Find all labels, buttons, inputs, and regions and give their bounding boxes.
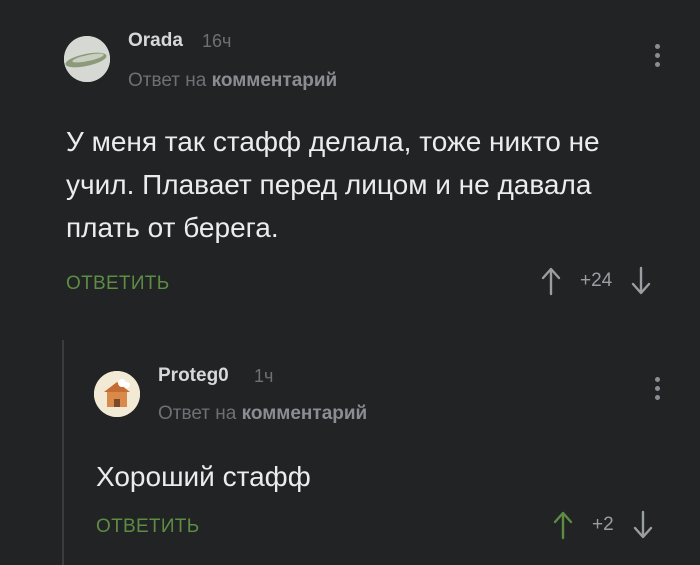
timestamp: 16ч: [202, 31, 232, 51]
more-menu-icon[interactable]: [655, 44, 661, 71]
avatar[interactable]: [64, 36, 110, 82]
comment-text: Хороший стафф: [96, 461, 311, 492]
vote-controls: +2: [552, 510, 654, 540]
reply-target[interactable]: комментарий: [242, 403, 368, 424]
timestamp: 1ч: [254, 366, 274, 386]
comment: Orada 16ч Ответ на комментарий У меня та…: [0, 0, 700, 310]
vote-score: +24: [580, 270, 613, 291]
more-menu-icon[interactable]: [655, 377, 661, 404]
vote-score: +2: [592, 514, 614, 535]
comment: Proteg0 1ч Ответ на комментарий Хороший …: [0, 340, 700, 565]
avatar[interactable]: [94, 371, 140, 417]
reply-button[interactable]: ОТВЕТИТЬ: [96, 516, 199, 538]
username[interactable]: Proteg0: [158, 365, 229, 387]
upvote-arrow-icon[interactable]: [552, 510, 574, 540]
reply-prefix: Ответ на: [128, 70, 207, 91]
downvote-arrow-icon[interactable]: [632, 510, 654, 540]
reply-to-link[interactable]: Ответ на комментарий: [158, 403, 367, 425]
vote-controls: +24: [540, 266, 652, 296]
comment-text: У меня так стафф делала, тоже никто не у…: [66, 126, 600, 243]
reply-to-link[interactable]: Ответ на комментарий: [128, 70, 337, 92]
reply-target[interactable]: комментарий: [212, 70, 338, 91]
upvote-arrow-icon[interactable]: [540, 266, 562, 296]
reply-button[interactable]: ОТВЕТИТЬ: [66, 273, 169, 295]
reply-prefix: Ответ на: [158, 403, 237, 424]
username[interactable]: Orada: [128, 30, 183, 52]
downvote-arrow-icon[interactable]: [630, 266, 652, 296]
